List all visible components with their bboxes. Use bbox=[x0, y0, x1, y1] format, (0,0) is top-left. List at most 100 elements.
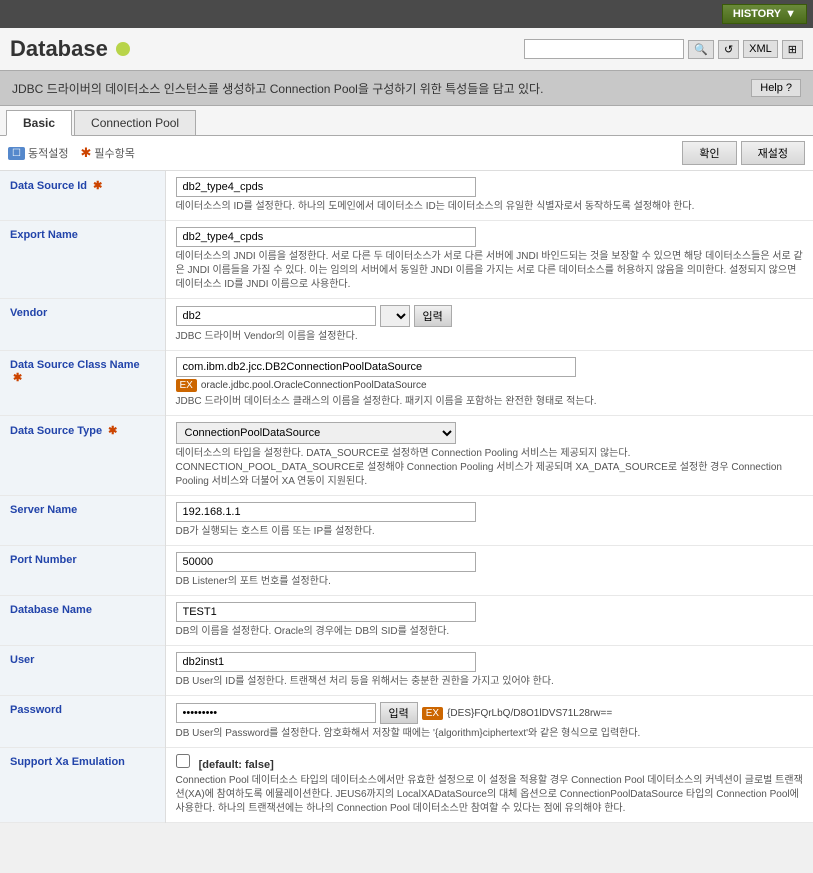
page-title: Database bbox=[10, 36, 130, 62]
value-port-number: DB Listener의 포트 번호를 설정한다. bbox=[165, 546, 813, 596]
row-user: User DB User의 ID를 설정한다. 트랜잭션 처리 등을 위해서는 … bbox=[0, 646, 813, 696]
dynamic-setting-label: ☐ 동적설정 bbox=[8, 145, 68, 161]
value-data-source-id: 데이터소스의 ID를 설정한다. 하나의 도메인에서 데이터소스 ID는 데이터… bbox=[165, 171, 813, 221]
export-button[interactable]: XML bbox=[743, 40, 778, 58]
title-text: Database bbox=[10, 36, 108, 62]
label-database-name: Database Name bbox=[0, 596, 165, 646]
value-data-source-class-name: EX oracle.jdbc.pool.OracleConnectionPool… bbox=[165, 351, 813, 416]
suggestion-badge: EX bbox=[176, 379, 197, 392]
row-export-name: Export Name 데이터소스의 JNDI 이름을 설정한다. 서로 다른 … bbox=[0, 221, 813, 299]
vendor-input[interactable] bbox=[176, 306, 376, 326]
label-password: Password bbox=[0, 696, 165, 748]
required-marker: ✱ bbox=[108, 425, 117, 437]
label-port-number: Port Number bbox=[0, 546, 165, 596]
value-server-name: DB가 실행되는 호스트 이름 또는 IP를 설정한다. bbox=[165, 496, 813, 546]
vendor-input-button[interactable]: 입력 bbox=[414, 305, 452, 327]
suggestion-text: oracle.jdbc.pool.OracleConnectionPoolDat… bbox=[201, 380, 427, 391]
tab-bar: Basic Connection Pool bbox=[0, 106, 813, 136]
title-dot bbox=[116, 42, 130, 56]
toolbar-left: ☐ 동적설정 ✱ 필수항목 bbox=[8, 145, 135, 161]
tab-connection-pool[interactable]: Connection Pool bbox=[74, 110, 196, 135]
row-database-name: Database Name DB의 이름을 설정한다. Oracle의 경우에는… bbox=[0, 596, 813, 646]
class-name-input[interactable] bbox=[176, 357, 576, 377]
row-vendor: Vendor 입력 JDBC 드라이버 Vendor의 이름을 설정한다. bbox=[0, 299, 813, 351]
port-number-input[interactable] bbox=[176, 552, 476, 572]
export-name-input[interactable] bbox=[176, 227, 476, 247]
password-row: 입력 EX {DES}FQrLbQ/D8O1lDVS71L28rw== bbox=[176, 702, 804, 724]
required-marker: ✱ bbox=[13, 372, 22, 384]
user-input[interactable] bbox=[176, 652, 476, 672]
enc-value-text: {DES}FQrLbQ/D8O1lDVS71L28rw== bbox=[447, 708, 612, 719]
support-xa-emulation-checkbox[interactable] bbox=[176, 754, 190, 768]
desc-password: DB User의 Password를 설정한다. 암호화해서 저장할 때에는 '… bbox=[176, 727, 804, 741]
info-text: JDBC 드라이버의 데이터소스 인스턴스를 생성하고 Connection P… bbox=[12, 80, 543, 97]
type-row: ConnectionPoolDataSource bbox=[176, 422, 804, 444]
dynamic-badge: ☐ bbox=[8, 147, 25, 160]
required-label-text: 필수항목 bbox=[94, 145, 134, 161]
required-label: ✱ 필수항목 bbox=[80, 145, 134, 161]
value-password: 입력 EX {DES}FQrLbQ/D8O1lDVS71L28rw== DB U… bbox=[165, 696, 813, 748]
desc-server-name: DB가 실행되는 호스트 이름 또는 IP를 설정한다. bbox=[176, 525, 804, 539]
help-icon: ? bbox=[786, 82, 792, 94]
desc-support-xa: Connection Pool 데이터소스 타입의 데이터소스에서만 유효한 설… bbox=[176, 774, 804, 816]
data-source-type-select[interactable]: ConnectionPoolDataSource bbox=[176, 422, 456, 444]
refresh-button[interactable]: ↺ bbox=[718, 40, 739, 59]
history-button[interactable]: HISTORY ▼ bbox=[722, 4, 807, 24]
toolbar: ☐ 동적설정 ✱ 필수항목 확인 재설정 bbox=[0, 136, 813, 171]
top-bar: HISTORY ▼ bbox=[0, 0, 813, 28]
row-password: Password 입력 EX {DES}FQrLbQ/D8O1lDVS71L28… bbox=[0, 696, 813, 748]
desc-export-name: 데이터소스의 JNDI 이름을 설정한다. 서로 다른 두 데이터소스가 서로 … bbox=[176, 250, 804, 292]
confirm-button[interactable]: 확인 bbox=[682, 141, 736, 165]
help-label: Help bbox=[760, 82, 783, 94]
row-port-number: Port Number DB Listener의 포트 번호를 설정한다. bbox=[0, 546, 813, 596]
server-name-input[interactable] bbox=[176, 502, 476, 522]
desc-data-source-type: 데이터소스의 타입을 설정한다. DATA_SOURCE로 설정하면 Conne… bbox=[176, 447, 804, 489]
desc-data-source-id: 데이터소스의 ID를 설정한다. 하나의 도메인에서 데이터소스 ID는 데이터… bbox=[176, 200, 804, 214]
import-button[interactable]: ⊞ bbox=[782, 40, 803, 59]
page-header: Database 🔍 ↺ XML ⊞ bbox=[0, 28, 813, 70]
label-export-name: Export Name bbox=[0, 221, 165, 299]
chevron-down-icon: ▼ bbox=[785, 8, 796, 20]
search-button[interactable]: 🔍 bbox=[688, 40, 714, 59]
label-user: User bbox=[0, 646, 165, 696]
row-server-name: Server Name DB가 실행되는 호스트 이름 또는 IP를 설정한다. bbox=[0, 496, 813, 546]
default-text: [default: false] bbox=[199, 759, 274, 771]
vendor-row: 입력 bbox=[176, 305, 804, 327]
toolbar-right: 확인 재설정 bbox=[682, 141, 805, 165]
row-data-source-type: Data Source Type ✱ ConnectionPoolDataSou… bbox=[0, 416, 813, 496]
row-data-source-class-name: Data Source Class Name ✱ EX oracle.jdbc.… bbox=[0, 351, 813, 416]
row-data-source-id: Data Source Id ✱ 데이터소스의 ID를 설정한다. 하나의 도메… bbox=[0, 171, 813, 221]
required-marker: ✱ bbox=[93, 180, 102, 192]
value-export-name: 데이터소스의 JNDI 이름을 설정한다. 서로 다른 두 데이터소스가 서로 … bbox=[165, 221, 813, 299]
database-name-input[interactable] bbox=[176, 602, 476, 622]
value-user: DB User의 ID를 설정한다. 트랜잭션 처리 등을 위해서는 충분한 권… bbox=[165, 646, 813, 696]
label-data-source-type: Data Source Type ✱ bbox=[0, 416, 165, 496]
enc-badge: EX bbox=[422, 707, 443, 720]
reset-button[interactable]: 재설정 bbox=[741, 141, 805, 165]
desc-port-number: DB Listener의 포트 번호를 설정한다. bbox=[176, 575, 804, 589]
info-bar: JDBC 드라이버의 데이터소스 인스턴스를 생성하고 Connection P… bbox=[0, 70, 813, 106]
vendor-select[interactable] bbox=[380, 305, 410, 327]
desc-vendor: JDBC 드라이버 Vendor의 이름을 설정한다. bbox=[176, 330, 804, 344]
required-star: ✱ bbox=[80, 145, 91, 161]
desc-user: DB User의 ID를 설정한다. 트랜잭션 처리 등을 위해서는 충분한 권… bbox=[176, 675, 804, 689]
value-data-source-type: ConnectionPoolDataSource 데이터소스의 타입을 설정한다… bbox=[165, 416, 813, 496]
search-input[interactable] bbox=[524, 39, 684, 59]
desc-class-name: JDBC 드라이버 데이터소스 클래스의 이름을 설정한다. 패키지 이름을 포… bbox=[176, 395, 804, 409]
row-support-xa-emulation: Support Xa Emulation [default: false] Co… bbox=[0, 748, 813, 823]
tab-basic[interactable]: Basic bbox=[6, 110, 72, 136]
value-vendor: 입력 JDBC 드라이버 Vendor의 이름을 설정한다. bbox=[165, 299, 813, 351]
label-data-source-class-name: Data Source Class Name ✱ bbox=[0, 351, 165, 416]
password-input-button[interactable]: 입력 bbox=[380, 702, 418, 724]
data-source-id-input[interactable] bbox=[176, 177, 476, 197]
header-actions: 🔍 ↺ XML ⊞ bbox=[524, 39, 803, 59]
help-button[interactable]: Help ? bbox=[751, 79, 801, 97]
password-input[interactable] bbox=[176, 703, 376, 723]
suggestion-row: EX oracle.jdbc.pool.OracleConnectionPool… bbox=[176, 379, 804, 392]
label-data-source-id: Data Source Id ✱ bbox=[0, 171, 165, 221]
value-support-xa-emulation: [default: false] Connection Pool 데이터소스 타… bbox=[165, 748, 813, 823]
form-table: Data Source Id ✱ 데이터소스의 ID를 설정한다. 하나의 도메… bbox=[0, 171, 813, 823]
dynamic-label-text: 동적설정 bbox=[28, 145, 68, 161]
label-support-xa-emulation: Support Xa Emulation bbox=[0, 748, 165, 823]
value-database-name: DB의 이름을 설정한다. Oracle의 경우에는 DB의 SID를 설정한다… bbox=[165, 596, 813, 646]
